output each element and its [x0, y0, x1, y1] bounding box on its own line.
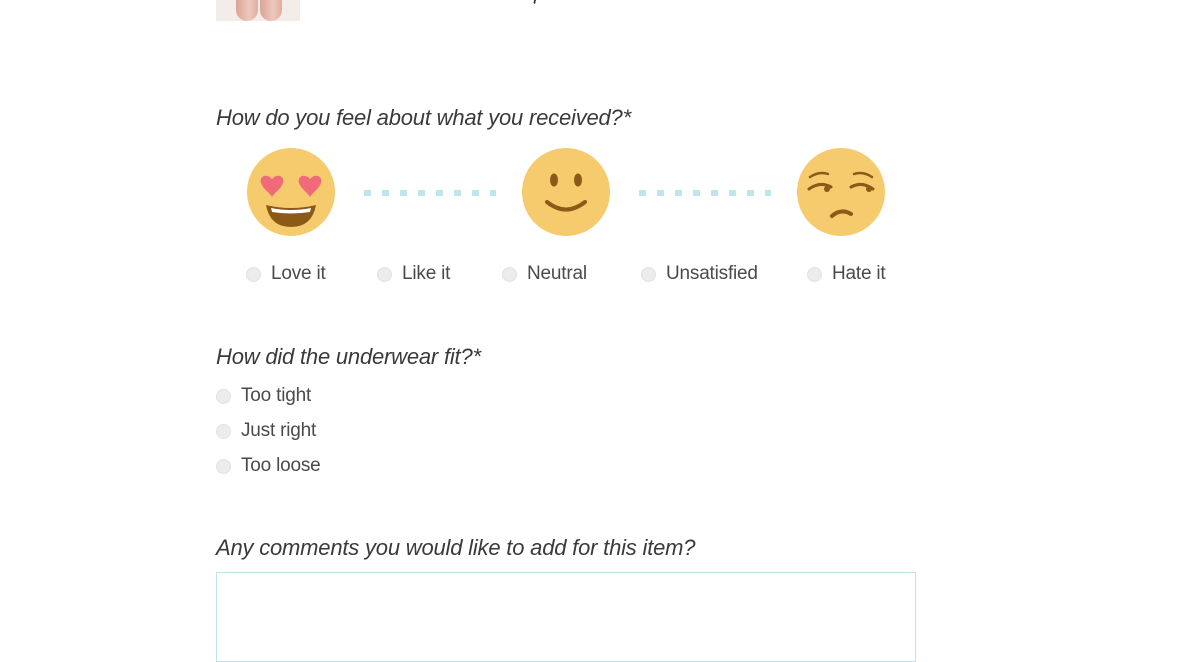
radio-neutral[interactable]: [502, 266, 517, 282]
comment-question-label: Any comments you would like to add for t…: [216, 535, 696, 560]
rating-unsatisfied[interactable]: Unsatisfied: [641, 263, 758, 285]
fit-just-right[interactable]: Just right: [216, 420, 316, 442]
rating-label: Hate it: [832, 263, 886, 284]
radio-hate-it[interactable]: [807, 266, 822, 282]
rating-label: Unsatisfied: [666, 263, 758, 284]
scale-connector-2: [639, 190, 771, 196]
feeling-question-label: How do you feel about what you received?…: [216, 105, 631, 130]
radio-love-it[interactable]: [246, 266, 261, 282]
fit-label: Too tight: [241, 385, 312, 406]
rating-like-it[interactable]: Like it: [377, 263, 450, 285]
cropped-text-fragment: [533, 0, 543, 4]
product-image-leg-right: [260, 0, 282, 21]
smile-emoji-icon: [521, 147, 611, 237]
rating-label: Like it: [402, 263, 451, 284]
rating-love-it[interactable]: Love it: [246, 263, 326, 285]
radio-too-tight[interactable]: [216, 388, 231, 404]
rating-neutral[interactable]: Neutral: [502, 263, 587, 285]
heart-eyes-emoji-icon: [246, 147, 336, 237]
rating-label: Love it: [271, 263, 326, 284]
product-image: [216, 0, 300, 21]
rating-label: Neutral: [527, 263, 587, 284]
comment-textarea[interactable]: [216, 572, 916, 662]
rating-hate-it[interactable]: Hate it: [807, 263, 886, 285]
fit-question-label: How did the underwear fit?*: [216, 344, 481, 369]
radio-like-it[interactable]: [377, 266, 392, 282]
radio-just-right[interactable]: [216, 423, 231, 439]
radio-too-loose[interactable]: [216, 458, 231, 474]
scale-connector-1: [364, 190, 496, 196]
product-image-leg-left: [236, 0, 258, 21]
fit-too-loose[interactable]: Too loose: [216, 455, 321, 477]
fit-label: Too loose: [241, 455, 321, 476]
radio-unsatisfied[interactable]: [641, 266, 656, 282]
fit-too-tight[interactable]: Too tight: [216, 385, 311, 407]
unamused-emoji-icon: [796, 147, 886, 237]
fit-label: Just right: [241, 420, 317, 441]
